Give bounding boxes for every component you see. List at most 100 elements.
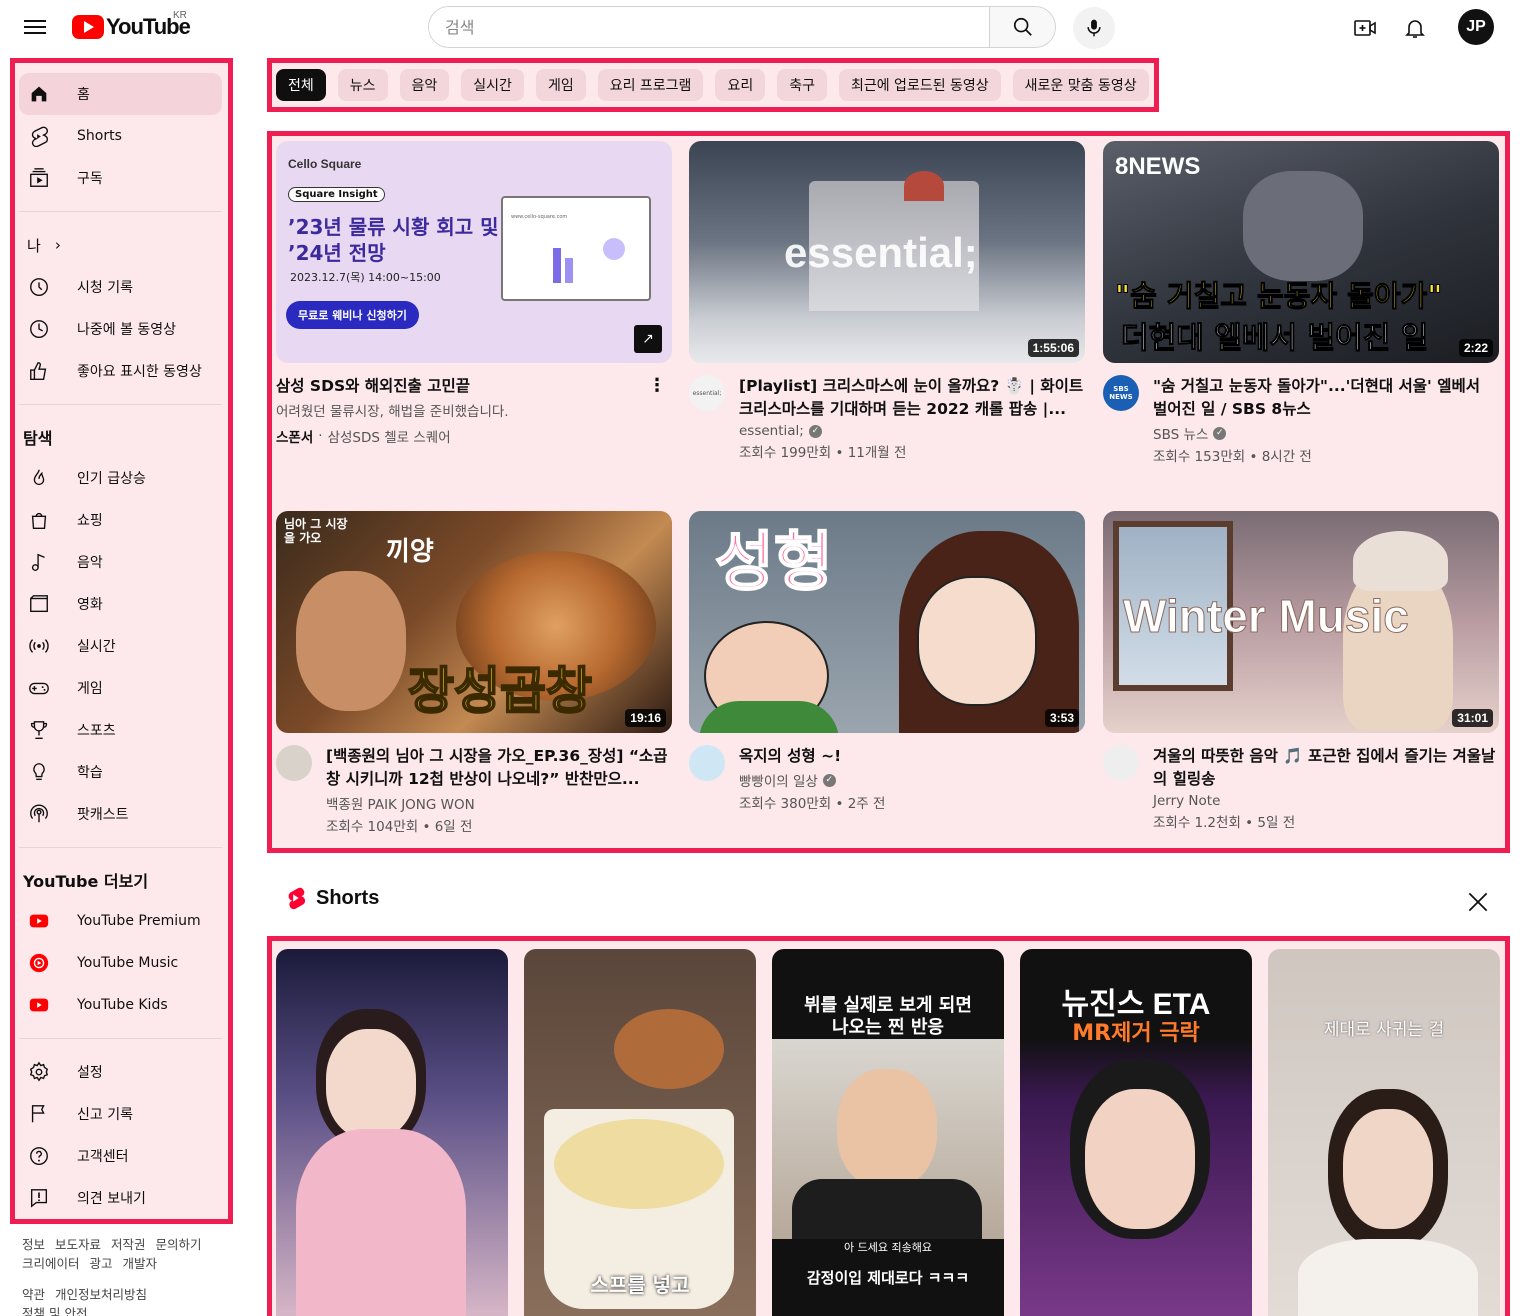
filter-chip[interactable]: 뉴스 (337, 69, 388, 101)
footer-link[interactable]: 광고 (90, 1254, 113, 1273)
channel-name[interactable]: Jerry Note (1153, 793, 1220, 809)
sidebar-item-learning[interactable]: 학습 (19, 751, 222, 793)
sidebar-item-liked-videos[interactable]: 좋아요 표시한 동영상 (19, 350, 222, 392)
video-card[interactable]: 8NEWS "숨 거칠고 눈동자 돌아가" 더현대 엘베서 벌어진 일 2:22… (1103, 141, 1499, 465)
thumbs-up-icon (27, 359, 51, 383)
close-icon[interactable] (1465, 889, 1491, 915)
home-icon (27, 82, 51, 106)
footer-link[interactable]: 크리에이터 (22, 1254, 80, 1273)
channel-avatar[interactable] (1103, 745, 1139, 781)
video-thumbnail[interactable]: essential; 1:55:06 (689, 141, 1085, 363)
video-thumbnail[interactable]: 성형 3:53 (689, 511, 1085, 733)
channel-avatar[interactable] (689, 745, 725, 781)
sidebar-item-sports[interactable]: 스포츠 (19, 709, 222, 751)
sidebar-item-help[interactable]: 고객센터 (19, 1135, 222, 1177)
sidebar-item-shopping[interactable]: 쇼핑 (19, 499, 222, 541)
video-title[interactable]: 삼성 SDS와 해외진출 고민끝 (276, 375, 672, 398)
footer-link[interactable]: 약관 (22, 1285, 45, 1304)
short-card[interactable]: 뷔를 실제로 보게 되면 나오는 찐 반응 아 드세요 죄송해요 감정이입 제대… (772, 949, 1004, 1316)
video-grid: Cello Square Square Insight ’23년 물류 시황 회… (267, 131, 1510, 853)
sidebar-item-feedback[interactable]: 의견 보내기 (19, 1177, 222, 1219)
video-card[interactable]: Winter Music 31:01 겨울의 따뜻한 음악 🎵 포근한 집에서 … (1103, 511, 1499, 831)
footer-link[interactable]: 개발자 (123, 1254, 158, 1273)
sidebar-item-youtube-music[interactable]: YouTube Music (19, 942, 222, 984)
sidebar-item-home[interactable]: 홈 (19, 73, 222, 115)
channel-name[interactable]: 백종원 PAIK JONG WON (326, 793, 475, 813)
video-title[interactable]: 옥지의 성형 ~! (739, 745, 885, 768)
channel-avatar[interactable]: SBS NEWS (1103, 375, 1139, 411)
video-card-ad[interactable]: Cello Square Square Insight ’23년 물류 시황 회… (276, 141, 672, 446)
sidebar-item-live[interactable]: 실시간 (19, 625, 222, 667)
video-thumbnail[interactable]: 8NEWS "숨 거칠고 눈동자 돌아가" 더현대 엘베서 벌어진 일 2:22 (1103, 141, 1499, 363)
notifications-button[interactable] (1399, 12, 1431, 44)
filter-chip[interactable]: 전체 (276, 69, 326, 101)
video-title[interactable]: "숨 거칠고 눈동자 돌아가"...'더현대 서울' 엘베서 벌어진 일 / S… (1153, 375, 1499, 421)
filter-chip[interactable]: 음악 (399, 69, 450, 101)
sidebar-item-movie[interactable]: 영화 (19, 583, 222, 625)
video-thumbnail[interactable]: Winter Music 31:01 (1103, 511, 1499, 733)
channel-name[interactable]: 삼성SDS 첼로 스퀘어 (328, 426, 451, 446)
sidebar-item-flag[interactable]: 신고 기록 (19, 1093, 222, 1135)
channel-name[interactable]: 빵빵이의 일상 (739, 770, 818, 790)
footer-link[interactable]: 보도자료 (55, 1235, 101, 1254)
footer-link[interactable]: 정책 및 안전 (22, 1304, 87, 1316)
account-avatar[interactable]: JP (1458, 9, 1494, 45)
search-button[interactable] (989, 7, 1055, 47)
external-link-icon[interactable]: ↗ (634, 325, 662, 353)
filter-chip[interactable]: 게임 (535, 69, 586, 101)
footer-link[interactable]: 개인정보처리방침 (55, 1285, 147, 1304)
ad-cta-button[interactable]: 무료로 웨비나 신청하기 (286, 301, 419, 329)
sidebar-item-shorts[interactable]: Shorts (19, 115, 222, 157)
sidebar-item-youtube-premium[interactable]: YouTube Premium (19, 900, 222, 942)
footer-link[interactable]: 정보 (22, 1235, 45, 1254)
filter-chip[interactable]: 요리 프로그램 (597, 69, 704, 101)
sidebar-item-gaming[interactable]: 게임 (19, 667, 222, 709)
guide-menu-button[interactable] (22, 16, 48, 40)
divider (19, 1038, 222, 1039)
filter-chip[interactable]: 축구 (777, 69, 827, 101)
region-code: KR (173, 10, 187, 21)
video-title[interactable]: 겨울의 따뜻한 음악 🎵 포근한 집에서 즐기는 겨울날의 힐링송 (1153, 745, 1499, 791)
ad-date: 2023.12.7(목) 14:00~15:00 (290, 271, 441, 284)
video-card[interactable]: 님아 그 시장을 가오 끼양 장성곱창 19:16 [백종원의 님아 그 시장을… (276, 511, 672, 835)
sidebar-item-label: YouTube Premium (77, 913, 201, 929)
sidebar-item-podcast[interactable]: 팟캐스트 (19, 793, 222, 835)
sidebar-item-youtube-kids[interactable]: YouTube Kids (19, 984, 222, 1026)
search-input[interactable] (429, 7, 989, 47)
footer-link[interactable]: 저작권 (111, 1235, 146, 1254)
channel-avatar[interactable]: essential; (689, 375, 725, 411)
sidebar-item-music[interactable]: 음악 (19, 541, 222, 583)
channel-name[interactable]: essential; (739, 423, 804, 439)
short-card[interactable]: 제대로 사귀는 걸 (1268, 949, 1500, 1316)
sidebar-item-history[interactable]: 시청 기록 (19, 266, 222, 308)
channel-name[interactable]: SBS 뉴스 (1153, 423, 1208, 443)
filter-chip[interactable]: 요리 (715, 69, 766, 101)
video-card[interactable]: 성형 3:53 옥지의 성형 ~! 빵빵이의 일상 ✓ 조회수 380만회 • 2… (689, 511, 1085, 812)
video-thumbnail[interactable]: Cello Square Square Insight ’23년 물류 시황 회… (276, 141, 672, 363)
short-card[interactable]: 뉴진스 ETA MR제거 극락 (1020, 949, 1252, 1316)
channel-avatar[interactable] (276, 745, 312, 781)
sidebar-item-watch-later[interactable]: 나중에 볼 동영상 (19, 308, 222, 350)
short-card[interactable]: 스프를 넣고 (524, 949, 756, 1316)
footer-link[interactable]: 문의하기 (156, 1235, 202, 1254)
sidebar-item-trending[interactable]: 인기 급상승 (19, 457, 222, 499)
sidebar-item-label: 쇼핑 (77, 513, 103, 529)
video-title[interactable]: [백종원의 님아 그 시장을 가오_EP.36_장성] “소곱창 시키니까 12… (326, 745, 672, 791)
ad-illustration: www.cello-square.com (501, 196, 651, 301)
voice-search-button[interactable] (1073, 7, 1115, 49)
video-card[interactable]: essential; 1:55:06 essential; [Playlist]… (689, 141, 1085, 461)
video-title[interactable]: [Playlist] 크리스마스에 눈이 올까요? ☃️ | 화이트 크리스마스… (739, 375, 1085, 421)
filter-chip[interactable]: 새로운 맞춤 동영상 (1012, 69, 1149, 101)
filter-chip[interactable]: 최근에 업로드된 동영상 (838, 69, 1001, 101)
sidebar-item-settings[interactable]: 설정 (19, 1051, 222, 1093)
video-thumbnail[interactable]: 님아 그 시장을 가오 끼양 장성곱창 19:16 (276, 511, 672, 733)
more-actions-icon[interactable]: ⋮ (648, 375, 666, 396)
sidebar-item-subscriptions[interactable]: 구독 (19, 157, 222, 199)
sidebar-footer: 정보 보도자료 저작권 문의하기 크리에이터 광고 개발자 약관 개인정보처리방침 정책 및… (22, 1235, 222, 1316)
short-card[interactable] (276, 949, 508, 1316)
filter-chip[interactable]: 실시간 (461, 69, 524, 101)
thumbnail-corner-text: 님아 그 시장을 가오 (284, 517, 348, 545)
create-button[interactable] (1349, 12, 1381, 44)
sidebar-item-you[interactable]: 나 › (19, 224, 222, 266)
thumbnail-headline-1: "숨 거칠고 눈동자 돌아가" (1114, 279, 1443, 314)
